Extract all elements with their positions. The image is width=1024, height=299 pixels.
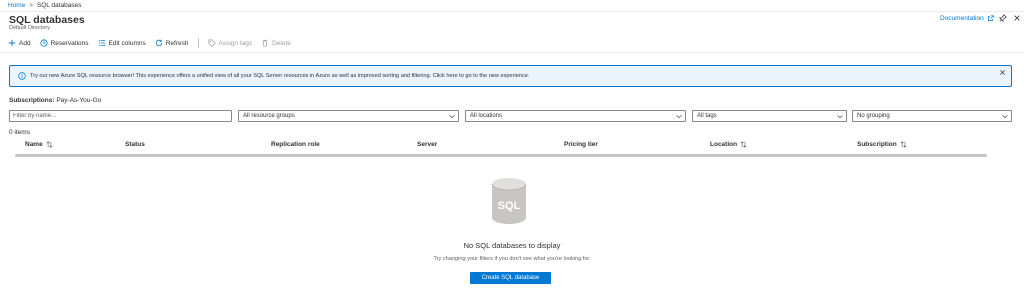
external-link-icon	[987, 15, 994, 21]
top-divider	[0, 11, 1024, 12]
empty-state-hint: Try changing your filters if you don't s…	[433, 256, 591, 262]
subscriptions-value: Pay-As-You-Go	[56, 97, 102, 104]
column-header-location[interactable]: Location	[710, 141, 747, 148]
pin-icon[interactable]	[999, 14, 1007, 22]
column-header-subscription[interactable]: Subscription	[857, 141, 907, 148]
chevron-down-icon	[1002, 115, 1008, 119]
documentation-label: Documentation	[940, 15, 984, 22]
edit-columns-label: Edit columns	[108, 39, 146, 47]
tag-icon	[207, 39, 216, 47]
column-status-label: Status	[125, 141, 145, 148]
locations-dropdown[interactable]: All locations	[465, 110, 686, 122]
banner-close-icon[interactable]	[999, 69, 1006, 76]
trash-icon	[262, 39, 268, 47]
empty-state-title: No SQL databases to display	[463, 241, 561, 250]
grouping-dropdown[interactable]: No grouping	[852, 110, 1012, 122]
info-icon	[18, 72, 26, 80]
locations-value: All locations	[470, 113, 503, 119]
sort-icon	[46, 141, 53, 148]
resource-groups-value: All resource groups	[243, 113, 295, 119]
column-pricing-tier-label: Pricing tier	[564, 141, 598, 148]
filter-by-name-input[interactable]	[9, 110, 232, 122]
column-header-pricing-tier[interactable]: Pricing tier	[564, 141, 598, 148]
breadcrumb: Home > SQL databases	[8, 1, 81, 10]
chevron-down-icon	[837, 115, 843, 119]
sql-icon-text: SQL	[498, 200, 521, 212]
column-header-replication-role[interactable]: Replication role	[271, 141, 320, 148]
chevron-down-icon	[449, 115, 455, 119]
column-header-name[interactable]: Name	[25, 141, 53, 148]
assign-tags-button[interactable]: Assign tags	[207, 39, 253, 47]
column-replication-role-label: Replication role	[271, 141, 320, 148]
breadcrumb-separator: >	[29, 2, 33, 9]
refresh-label: Refresh	[165, 39, 189, 47]
columns-icon	[98, 40, 105, 46]
grouping-value: No grouping	[857, 113, 890, 119]
reservations-label: Reservations	[50, 39, 89, 47]
horizontal-scrollbar[interactable]	[15, 154, 987, 157]
tags-dropdown[interactable]: All tags	[692, 110, 847, 122]
sort-icon	[900, 141, 907, 148]
delete-button[interactable]: Delete	[261, 39, 291, 47]
column-name-label: Name	[25, 141, 43, 148]
clock-icon	[39, 39, 48, 47]
delete-label: Delete	[272, 39, 291, 47]
resource-groups-dropdown[interactable]: All resource groups	[238, 110, 459, 122]
column-server-label: Server	[417, 141, 438, 148]
breadcrumb-current: SQL databases	[36, 2, 82, 9]
chevron-down-icon	[676, 115, 682, 119]
command-bar: Add Reservations Edit columns Refresh As…	[8, 36, 300, 50]
subscriptions-line: Subscriptions: Pay-As-You-Go	[9, 97, 101, 104]
column-header-server[interactable]: Server	[417, 141, 437, 148]
column-subscription-label: Subscription	[857, 141, 897, 148]
close-icon[interactable]	[1013, 14, 1021, 22]
add-button[interactable]: Add	[8, 39, 31, 47]
breadcrumb-home-link[interactable]: Home	[8, 2, 25, 9]
column-header-status[interactable]: Status	[125, 141, 145, 148]
documentation-link[interactable]: Documentation	[940, 15, 994, 22]
subscriptions-label: Subscriptions:	[9, 97, 55, 104]
page-subtitle: Default Directory	[9, 25, 50, 31]
grid-header: Name Status Replication role Server Pric…	[9, 141, 1012, 151]
create-sql-database-button[interactable]: Create SQL database	[470, 272, 551, 284]
column-location-label: Location	[710, 141, 738, 148]
command-bar-divider	[0, 52, 1024, 53]
sort-icon	[740, 141, 747, 148]
item-count: 0 items	[9, 129, 30, 136]
add-label: Add	[19, 39, 31, 47]
refresh-button[interactable]: Refresh	[155, 39, 189, 47]
toolbar-divider	[197, 38, 199, 48]
reservations-button[interactable]: Reservations	[39, 39, 89, 47]
refresh-icon	[155, 39, 162, 47]
edit-columns-button[interactable]: Edit columns	[98, 39, 146, 47]
assign-tags-label: Assign tags	[218, 39, 253, 47]
sql-database-icon: SQL	[491, 178, 527, 224]
tags-value: All tags	[697, 113, 717, 119]
info-banner[interactable]: Try our new Azure SQL resource browser! …	[9, 65, 1012, 87]
plus-icon	[8, 39, 16, 47]
info-banner-text: Try our new Azure SQL resource browser! …	[30, 73, 530, 79]
